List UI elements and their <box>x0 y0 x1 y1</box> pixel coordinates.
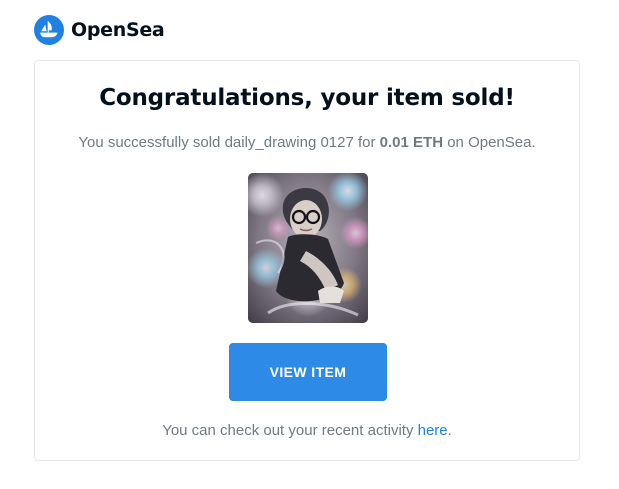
summary-suffix: on OpenSea. <box>443 134 536 151</box>
summary-prefix: You successfully sold <box>78 134 225 151</box>
sailboat-icon <box>40 21 58 38</box>
item-name: daily_drawing 0127 <box>224 134 354 151</box>
recent-activity-link[interactable]: here <box>418 422 448 439</box>
recent-activity-note: You can check out your recent activity h… <box>35 422 579 439</box>
summary-mid: for <box>353 134 380 151</box>
sale-summary: You successfully sold daily_drawing 0127… <box>35 134 579 151</box>
sale-price: 0.01 ETH <box>379 134 444 151</box>
brand-header: OpenSea <box>34 14 165 46</box>
sale-notification-card: Congratulations, your item sold! You suc… <box>34 60 580 461</box>
email-page: OpenSea Congratulations, your item sold!… <box>0 0 619 489</box>
opensea-logo-icon <box>34 15 64 45</box>
headline: Congratulations, your item sold! <box>99 85 515 111</box>
footer-prefix: You can check out your recent activity <box>162 422 418 439</box>
artwork-illustration <box>248 173 368 323</box>
brand-name: OpenSea <box>71 19 165 41</box>
view-item-button[interactable]: VIEW ITEM <box>229 343 387 401</box>
footer-suffix: . <box>447 422 452 439</box>
nft-artwork-image[interactable] <box>248 173 368 323</box>
